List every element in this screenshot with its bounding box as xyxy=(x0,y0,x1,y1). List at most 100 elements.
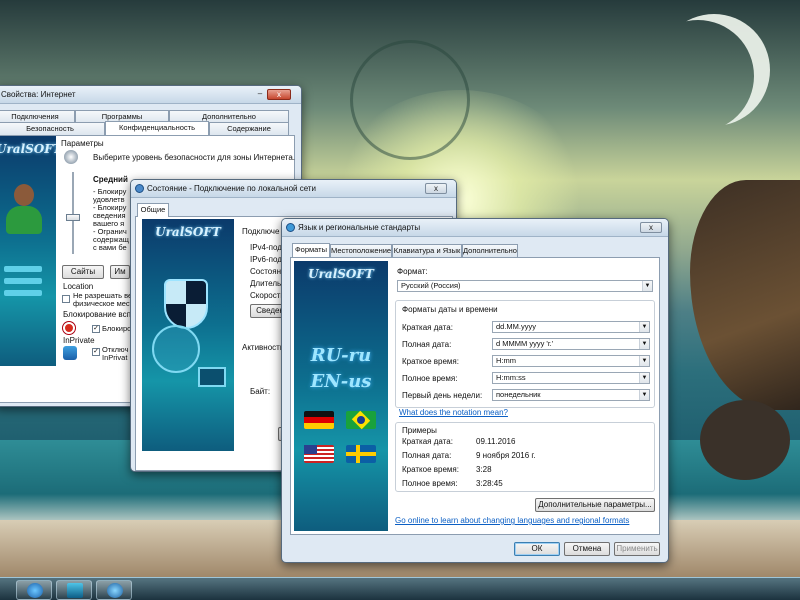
long-time-label: Полное время: xyxy=(402,374,458,383)
tab-formats[interactable]: Форматы xyxy=(292,243,330,257)
tab-keyboards[interactable]: Клавиатура и Язык xyxy=(392,244,462,257)
long-date-select[interactable]: d MMMM yyyy 'г.' ▼ xyxy=(492,338,650,350)
internet-options-titlebar[interactable]: Свойства: Интернет – x xyxy=(0,86,301,104)
examples-group-title: Примеры xyxy=(402,426,437,435)
status-branding-panel: UralSOFT xyxy=(142,219,234,451)
status-titlebar[interactable]: Состояние - Подключение по локальной сет… xyxy=(131,180,456,198)
minimize-button[interactable]: – xyxy=(253,89,267,100)
tab-content[interactable]: Содержание xyxy=(209,122,289,135)
params-title: Параметры xyxy=(61,139,104,148)
region-brand-logo: UralSOFT xyxy=(308,267,374,281)
location-checkbox[interactable] xyxy=(62,295,70,303)
long-date-value: d MMMM yyyy 'г.' xyxy=(496,339,554,348)
privacy-eye-icon xyxy=(64,150,78,164)
usa-flag-icon xyxy=(304,445,334,463)
examples-group: Примеры Краткая дата: 09.11.2016 Полная … xyxy=(395,422,655,492)
close-button[interactable]: x xyxy=(267,89,291,100)
security-shield-icon xyxy=(164,279,208,329)
first-day-value: понедельник xyxy=(496,390,541,399)
short-date-value: dd.MM.yyyy xyxy=(496,322,537,331)
format-select[interactable]: Русский (Россия) ▼ xyxy=(397,280,653,292)
short-time-label: Краткое время: xyxy=(402,357,459,366)
status-brand-logo: UralSOFT xyxy=(155,225,221,239)
long-time-select[interactable]: H:mm:ss ▼ xyxy=(492,372,650,384)
tab-privacy[interactable]: Конфиденциальность xyxy=(105,121,209,135)
short-date-select[interactable]: dd.MM.yyyy ▼ xyxy=(492,321,650,333)
privacy-level: Средний xyxy=(93,175,128,184)
ru-ru-label: RU-ru xyxy=(310,345,372,366)
tab-security[interactable]: Безопасность xyxy=(0,122,105,135)
brand-logo: UralSOFT xyxy=(0,142,56,156)
long-date-label: Полная дата: xyxy=(402,340,452,349)
additional-settings-button[interactable]: Дополнительные параметры... xyxy=(535,498,655,512)
inprivate-icon xyxy=(63,346,77,360)
monitor-icon xyxy=(198,367,226,387)
status-window-title: Состояние - Подключение по локальной сет… xyxy=(147,184,317,193)
taskbar-button-region[interactable] xyxy=(96,580,132,600)
chevron-down-icon: ▼ xyxy=(639,356,649,366)
sweden-flag-icon xyxy=(346,445,376,463)
status-close-button[interactable]: x xyxy=(425,183,447,194)
long-time-value: H:mm:ss xyxy=(496,373,526,382)
example-label: Полное время: xyxy=(402,479,458,488)
popup-check-label: Блокиро xyxy=(102,324,132,333)
chevron-down-icon: ▼ xyxy=(639,373,649,383)
network-monitor-icon xyxy=(67,583,83,598)
chevron-down-icon: ▼ xyxy=(639,339,649,349)
popup-checkbox[interactable]: ✓ xyxy=(92,325,100,333)
location-title: Location xyxy=(63,282,94,291)
status-row: Подключе xyxy=(242,227,280,236)
chevron-down-icon: ▼ xyxy=(639,390,649,400)
region-branding-panel: UralSOFT RU-ru EN-us xyxy=(294,261,388,531)
params-description: Выберите уровень безопасности для зоны И… xyxy=(93,153,296,162)
taskbar xyxy=(0,577,800,600)
example-value: 3:28 xyxy=(476,465,492,474)
location-check-label-2: физическое мест xyxy=(73,299,134,308)
cancel-button[interactable]: Отмена xyxy=(564,542,610,556)
chevron-down-icon: ▼ xyxy=(642,281,652,291)
sites-button[interactable]: Сайты xyxy=(62,265,104,279)
notation-help-link[interactable]: What does the notation mean? xyxy=(399,408,508,417)
example-value: 09.11.2016 xyxy=(476,437,516,446)
inprivate-checkbox[interactable]: ✓ xyxy=(92,348,100,356)
tab-location[interactable]: Местоположение xyxy=(330,244,392,257)
level-line: с вами бе xyxy=(93,243,127,252)
short-time-value: H:mm xyxy=(496,356,516,365)
taskbar-button-ie[interactable] xyxy=(16,580,52,600)
network-icon xyxy=(135,184,144,193)
privacy-slider-track xyxy=(72,172,74,254)
format-select-value: Русский (Россия) xyxy=(401,281,461,290)
wallpaper-rock-small xyxy=(700,400,790,480)
apply-button[interactable]: Применить xyxy=(614,542,660,556)
formats-panel: UralSOFT RU-ru EN-us Формат: Русский (Ро… xyxy=(290,257,660,535)
ok-button[interactable]: ОК xyxy=(514,542,560,556)
region-language-window: Язык и региональные стандарты x Форматы … xyxy=(281,218,669,563)
example-value: 3:28:45 xyxy=(476,479,503,488)
window-title: Свойства: Интернет xyxy=(1,90,76,99)
region-window-title: Язык и региональные стандарты xyxy=(298,223,421,232)
example-label: Полная дата: xyxy=(402,451,452,460)
brazil-flag-icon xyxy=(346,410,376,430)
activity-label: Активность xyxy=(242,343,285,352)
region-globe-taskbar-icon xyxy=(107,583,123,598)
tab-administrative[interactable]: Дополнительно xyxy=(462,244,518,257)
germany-flag-icon xyxy=(304,411,334,429)
online-help-link[interactable]: Go online to learn about changing langua… xyxy=(395,516,629,525)
region-close-button[interactable]: x xyxy=(640,222,662,233)
bytes-label: Байт: xyxy=(250,387,271,396)
import-button[interactable]: Им xyxy=(110,265,130,279)
wallpaper-moon xyxy=(658,14,770,126)
region-titlebar[interactable]: Язык и региональные стандарты x xyxy=(282,219,668,237)
wallpaper-swirl xyxy=(350,40,470,160)
tab-general[interactable]: Общие xyxy=(137,203,169,217)
first-day-label: Первый день недели: xyxy=(402,391,483,400)
taskbar-button-network[interactable] xyxy=(56,580,92,600)
datetime-group-title: Форматы даты и времени xyxy=(402,305,498,314)
privacy-slider-thumb[interactable] xyxy=(66,214,80,221)
first-day-select[interactable]: понедельник ▼ xyxy=(492,389,650,401)
wallpaper-rock xyxy=(690,180,800,410)
user-icon xyxy=(6,184,42,238)
short-time-select[interactable]: H:mm ▼ xyxy=(492,355,650,367)
example-label: Краткая дата: xyxy=(402,437,453,446)
example-label: Краткое время: xyxy=(402,465,459,474)
